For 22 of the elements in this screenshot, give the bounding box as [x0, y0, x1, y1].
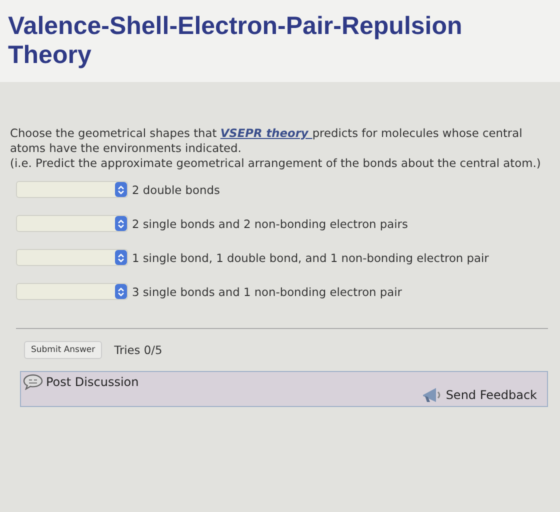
question-label: 3 single bonds and 1 non-bonding electron pair — [132, 284, 402, 298]
question-label: 1 single bond, 1 double bond, and 1 non-bonding electron pair — [132, 250, 489, 264]
page-title: Valence-Shell-Electron-Pair-Repulsion Theory — [8, 12, 464, 70]
post-discussion-link[interactable]: Post Discussion — [46, 375, 139, 389]
up-down-arrows-icon — [115, 284, 127, 299]
up-down-arrows-icon — [115, 250, 127, 265]
speech-bubble-icon[interactable] — [23, 374, 43, 390]
send-feedback-link[interactable]: Send Feedback — [446, 388, 537, 402]
up-down-arrows-icon — [115, 182, 127, 197]
question-label: 2 single bonds and 2 non-bonding electron pairs — [132, 216, 408, 230]
dropdown-field[interactable] — [16, 215, 128, 232]
dropdown-field[interactable] — [16, 181, 128, 198]
dropdown-field[interactable] — [16, 283, 128, 300]
vsepr-theory-link[interactable]: VSEPR theory — [220, 126, 312, 140]
tries-counter: Tries 0/5 — [114, 343, 162, 357]
megaphone-icon[interactable] — [420, 386, 443, 404]
dropdown-field[interactable] — [16, 249, 128, 266]
submit-button[interactable]: Submit Answer — [24, 341, 102, 359]
instructions-text: Choose the geometrical shapes that VSEPR theory predicts for molecules whose central atoms have the environments indicated. — [10, 126, 524, 156]
hint-text: (i.e. Predict the approximate geometrical arrangement of the bonds about the central atom.) — [10, 156, 542, 171]
up-down-arrows-icon — [115, 216, 127, 231]
question-label: 2 double bonds — [132, 182, 220, 196]
